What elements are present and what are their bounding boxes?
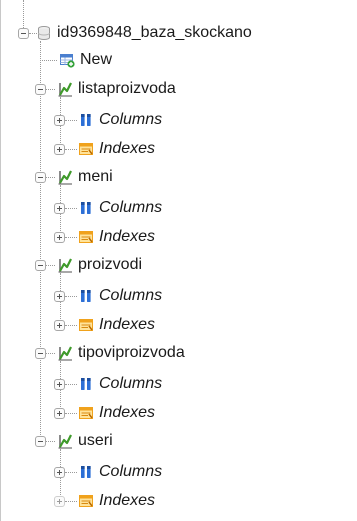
tree-connector-horizontal: [65, 472, 77, 473]
tree-item-useri-indexes-label: Indexes: [99, 492, 156, 509]
tree-connector-horizontal: [46, 353, 55, 354]
indexes-icon: [78, 229, 94, 245]
database-icon: [36, 25, 52, 41]
table-node-proizvodi-label: proizvodi: [78, 256, 143, 273]
table-icon: [57, 257, 73, 273]
indexes-icon: [78, 493, 94, 509]
tree-item-meni-indexes-label: Indexes: [99, 228, 156, 245]
tree-item-tipoviproizvoda-indexes[interactable]: Indexes: [78, 403, 155, 423]
indexes-icon: [78, 141, 94, 157]
tree-connector-horizontal: [46, 265, 55, 266]
tree-connector-vertical: [40, 41, 41, 441]
tree-connector-horizontal: [65, 149, 77, 150]
table-node-listaproizvoda[interactable]: listaproizvoda: [57, 79, 176, 99]
tree-item-listaproizvoda-indexes[interactable]: Indexes: [78, 139, 155, 159]
tree-item-meni-indexes[interactable]: Indexes: [78, 227, 155, 247]
expand-toggle-listaproizvoda-columns[interactable]: [54, 115, 65, 126]
table-collapse-toggle-proizvodi[interactable]: [35, 260, 46, 271]
expand-toggle-meni-indexes[interactable]: [54, 232, 65, 243]
tree-connector-horizontal: [65, 325, 77, 326]
tree-item-proizvodi-columns-label: Columns: [99, 287, 163, 304]
table-node-tipoviproizvoda-label: tipoviproizvoda: [78, 344, 185, 361]
expand-toggle-meni-columns[interactable]: [54, 203, 65, 214]
tree-item-listaproizvoda-indexes-label: Indexes: [99, 140, 156, 157]
tree-connector-horizontal: [46, 441, 55, 442]
expand-toggle-useri-columns[interactable]: [54, 467, 65, 478]
table-icon: [57, 345, 73, 361]
tree-connector-horizontal: [46, 89, 55, 90]
expand-toggle-proizvodi-columns[interactable]: [54, 291, 65, 302]
expand-toggle-useri-indexes[interactable]: [54, 496, 65, 507]
columns-icon: [78, 288, 94, 304]
table-collapse-toggle-useri[interactable]: [35, 436, 46, 447]
database-collapse-toggle[interactable]: [18, 28, 29, 39]
table-node-listaproizvoda-label: listaproizvoda: [78, 80, 176, 97]
tree-item-meni-columns-label: Columns: [99, 199, 163, 216]
tree-connector-horizontal: [65, 413, 77, 414]
navigation-tree: id9369848_baza_skockano New listaproizvoda…: [0, 0, 357, 521]
table-node-useri[interactable]: useri: [57, 431, 113, 451]
table-node-meni[interactable]: meni: [57, 167, 113, 187]
tree-item-tipoviproizvoda-columns[interactable]: Columns: [78, 374, 162, 394]
tree-item-tipoviproizvoda-indexes-label: Indexes: [99, 404, 156, 421]
tree-connector-horizontal: [65, 208, 77, 209]
tree-item-proizvodi-indexes-label: Indexes: [99, 316, 156, 333]
database-node-label: id9369848_baza_skockano: [57, 24, 252, 41]
table-icon: [57, 169, 73, 185]
table-collapse-toggle-meni[interactable]: [35, 172, 46, 183]
tree-item-listaproizvoda-columns[interactable]: Columns: [78, 110, 162, 130]
table-icon: [57, 433, 73, 449]
tree-connector-vertical: [23, 0, 24, 28]
table-node-tipoviproizvoda[interactable]: tipoviproizvoda: [57, 343, 185, 363]
tree-connector-horizontal: [65, 237, 77, 238]
new-table-link[interactable]: New: [59, 50, 112, 70]
expand-toggle-tipoviproizvoda-columns[interactable]: [54, 379, 65, 390]
database-node[interactable]: id9369848_baza_skockano: [36, 23, 252, 43]
tree-connector-horizontal: [65, 384, 77, 385]
tree-connector-horizontal: [46, 177, 55, 178]
table-collapse-toggle-listaproizvoda[interactable]: [35, 84, 46, 95]
table-node-meni-label: meni: [78, 168, 113, 185]
expand-toggle-proizvodi-indexes[interactable]: [54, 320, 65, 331]
table-icon: [57, 81, 73, 97]
columns-icon: [78, 112, 94, 128]
indexes-icon: [78, 405, 94, 421]
columns-icon: [78, 464, 94, 480]
tree-item-useri-columns[interactable]: Columns: [78, 462, 162, 482]
table-collapse-toggle-tipoviproizvoda[interactable]: [35, 348, 46, 359]
columns-icon: [78, 376, 94, 392]
new-table-icon: [59, 52, 75, 68]
columns-icon: [78, 200, 94, 216]
tree-item-proizvodi-indexes[interactable]: Indexes: [78, 315, 155, 335]
tree-item-tipoviproizvoda-columns-label: Columns: [99, 375, 163, 392]
indexes-icon: [78, 317, 94, 333]
tree-connector-horizontal: [65, 296, 77, 297]
tree-item-useri-indexes[interactable]: Indexes: [78, 491, 155, 511]
tree-connector-horizontal: [40, 60, 57, 61]
tree-connector-horizontal: [65, 501, 77, 502]
table-node-proizvodi[interactable]: proizvodi: [57, 255, 142, 275]
expand-toggle-listaproizvoda-indexes[interactable]: [54, 144, 65, 155]
expand-toggle-tipoviproizvoda-indexes[interactable]: [54, 408, 65, 419]
tree-item-proizvodi-columns[interactable]: Columns: [78, 286, 162, 306]
table-node-useri-label: useri: [78, 432, 113, 449]
tree-item-meni-columns[interactable]: Columns: [78, 198, 162, 218]
tree-item-useri-columns-label: Columns: [99, 463, 163, 480]
tree-connector-horizontal: [65, 120, 77, 121]
new-table-link-label: New: [80, 51, 113, 68]
tree-item-listaproizvoda-columns-label: Columns: [99, 111, 163, 128]
